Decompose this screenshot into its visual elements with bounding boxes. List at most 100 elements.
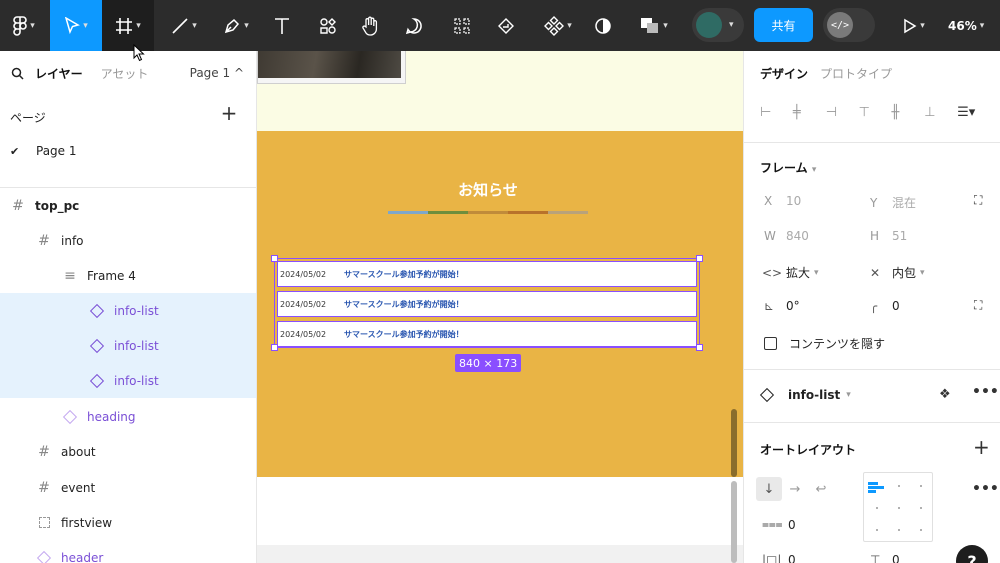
horizontal-resizing-dropdown[interactable]: <> 拡大 ▾: [762, 264, 819, 281]
resources-tool-button[interactable]: [312, 0, 344, 51]
info-row[interactable]: 2024/05/02 サマースクール参加予約が開始！: [277, 291, 697, 317]
layer-info-list[interactable]: info-list: [0, 328, 256, 363]
component-instance-row[interactable]: info-list ▾: [759, 387, 851, 403]
more-options-icon[interactable]: •••: [972, 384, 999, 400]
h-field[interactable]: H 51: [870, 229, 907, 243]
info-row[interactable]: 2024/05/02 サマースクール参加予約が開始！: [277, 321, 697, 347]
gap-field[interactable]: ⩶ 0: [762, 517, 796, 532]
info-row[interactable]: 2024/05/02 サマースクール参加予約が開始！: [277, 261, 697, 287]
direction-horizontal-button[interactable]: →: [782, 477, 808, 501]
instance-icon: [62, 409, 78, 424]
component-button[interactable]: ▾: [536, 0, 580, 51]
frame-tool-button[interactable]: ▾: [102, 0, 154, 51]
independent-corners-icon[interactable]: ⛶: [974, 298, 982, 313]
design-canvas[interactable]: お知らせ 2024/05/02 サマースクール参加予約が開始！ 2024/05/…: [257, 51, 743, 563]
frame-icon: #: [38, 479, 50, 496]
tab-prototype[interactable]: プロトタイプ: [820, 65, 892, 82]
layer-info-list[interactable]: info-list: [0, 293, 256, 328]
reset-icon: [498, 17, 514, 34]
dev-mode-toggle[interactable]: </>: [823, 8, 875, 42]
main-toolbar: ▾ ▾ ▾ ▾ ▾ ▾ ▾ ▾ 共有 </> ▾ 46% ▾: [0, 0, 1000, 51]
corner-radius-field[interactable]: ╭ 0: [870, 299, 900, 313]
layer-top-pc[interactable]: # top_pc: [0, 188, 256, 223]
next-section-background: [257, 545, 743, 563]
layer-info-list[interactable]: info-list: [0, 363, 256, 398]
tab-assets[interactable]: アセット: [101, 65, 149, 82]
frame-section-title[interactable]: フレーム ▾: [760, 159, 816, 176]
resize-handle[interactable]: [696, 255, 703, 262]
align-center-h-icon[interactable]: ╪: [793, 105, 826, 120]
auto-layout-more-icon[interactable]: •••: [972, 481, 999, 497]
layer-about[interactable]: # about: [0, 434, 256, 469]
chevron-down-icon: ▾: [920, 20, 925, 31]
present-button[interactable]: ▾: [892, 0, 936, 51]
canvas-photo: [257, 51, 406, 84]
search-icon[interactable]: [11, 67, 24, 80]
go-to-main-component-icon[interactable]: ❖: [939, 387, 951, 402]
user-avatar-button[interactable]: ▾: [692, 8, 744, 42]
tab-layers[interactable]: レイヤー: [35, 65, 83, 82]
horizontal-padding-field[interactable]: |□| 0: [762, 553, 796, 563]
padding-vertical-icon: ⊤: [870, 553, 881, 563]
vertical-resizing-dropdown[interactable]: ✕ 内包 ▾: [870, 264, 925, 281]
w-field[interactable]: W 840: [764, 229, 809, 243]
layer-event[interactable]: # event: [0, 470, 256, 505]
comment-tool-button[interactable]: [398, 0, 430, 51]
layer-info[interactable]: # info: [0, 223, 256, 258]
page-selector[interactable]: Page 1 ^: [190, 66, 244, 80]
align-left-icon[interactable]: ⊢: [760, 105, 793, 120]
direction-wrap-button[interactable]: ↩: [808, 477, 834, 501]
instance-icon: [759, 387, 788, 403]
h-label: H: [870, 229, 880, 243]
add-auto-layout-icon[interactable]: +: [973, 435, 990, 459]
align-center-v-icon[interactable]: ╫: [891, 105, 924, 120]
align-bottom-icon[interactable]: ⊥: [924, 105, 957, 120]
align-top-icon[interactable]: ⊤: [859, 105, 892, 120]
select-matching-button[interactable]: [446, 0, 478, 51]
layer-heading[interactable]: heading: [0, 399, 256, 434]
help-button[interactable]: ?: [956, 545, 988, 563]
vertical-padding-field[interactable]: ⊤ 0: [870, 553, 900, 563]
resize-handle[interactable]: [271, 344, 278, 351]
mouse-cursor-icon: [133, 44, 145, 62]
comment-icon: [405, 17, 422, 34]
line-tool-button[interactable]: ▾: [162, 0, 206, 51]
zoom-dropdown[interactable]: 46% ▾: [948, 0, 984, 51]
layer-firstview[interactable]: firstview: [0, 505, 256, 540]
w-label: W: [764, 229, 776, 243]
layer-label: heading: [87, 409, 136, 424]
x-field[interactable]: X 10: [764, 194, 801, 208]
alignment-grid[interactable]: [863, 472, 933, 542]
align-right-icon[interactable]: ⊣: [826, 105, 859, 120]
left-panel-tabs: レイヤー アセット Page 1 ^: [11, 65, 244, 81]
tab-design[interactable]: デザイン: [760, 65, 808, 82]
mask-button[interactable]: [588, 0, 618, 51]
add-page-button[interactable]: +: [220, 103, 238, 123]
share-button[interactable]: 共有: [754, 8, 813, 42]
resize-handle[interactable]: [271, 255, 278, 262]
hand-tool-button[interactable]: [354, 0, 386, 51]
rotation-field[interactable]: ⊾ 0°: [764, 299, 800, 313]
pen-tool-button[interactable]: ▾: [214, 0, 258, 51]
y-field[interactable]: Y 混在: [870, 194, 916, 211]
resize-handle[interactable]: [696, 344, 703, 351]
text-tool-button[interactable]: [266, 0, 298, 51]
canvas-scrollbar[interactable]: [731, 409, 737, 477]
pages-section-title: ページ: [10, 111, 46, 125]
constraints-icon[interactable]: ⛶: [974, 193, 982, 208]
heading-underline-segment: [428, 211, 468, 214]
heading-underline-segment: [548, 211, 588, 214]
layer-frame-4[interactable]: ≡ Frame 4: [0, 258, 256, 293]
main-menu-button[interactable]: ▾: [0, 0, 48, 51]
page-item[interactable]: ✔ Page 1: [10, 144, 77, 158]
move-tool-button[interactable]: ▾: [50, 0, 102, 51]
clip-content-checkbox[interactable]: コンテンツを隠す: [764, 335, 885, 352]
reset-instance-button[interactable]: [490, 0, 522, 51]
divider: [744, 142, 1000, 143]
layer-header[interactable]: header: [0, 540, 256, 563]
info-list-selection[interactable]: 2024/05/02 サマースクール参加予約が開始！ 2024/05/02 サマ…: [271, 255, 703, 351]
distribute-icon[interactable]: ☰▾: [957, 105, 990, 120]
canvas-scrollbar-track[interactable]: [731, 481, 737, 563]
direction-vertical-button[interactable]: ↓: [756, 477, 782, 501]
boolean-button[interactable]: ▾: [632, 0, 676, 51]
